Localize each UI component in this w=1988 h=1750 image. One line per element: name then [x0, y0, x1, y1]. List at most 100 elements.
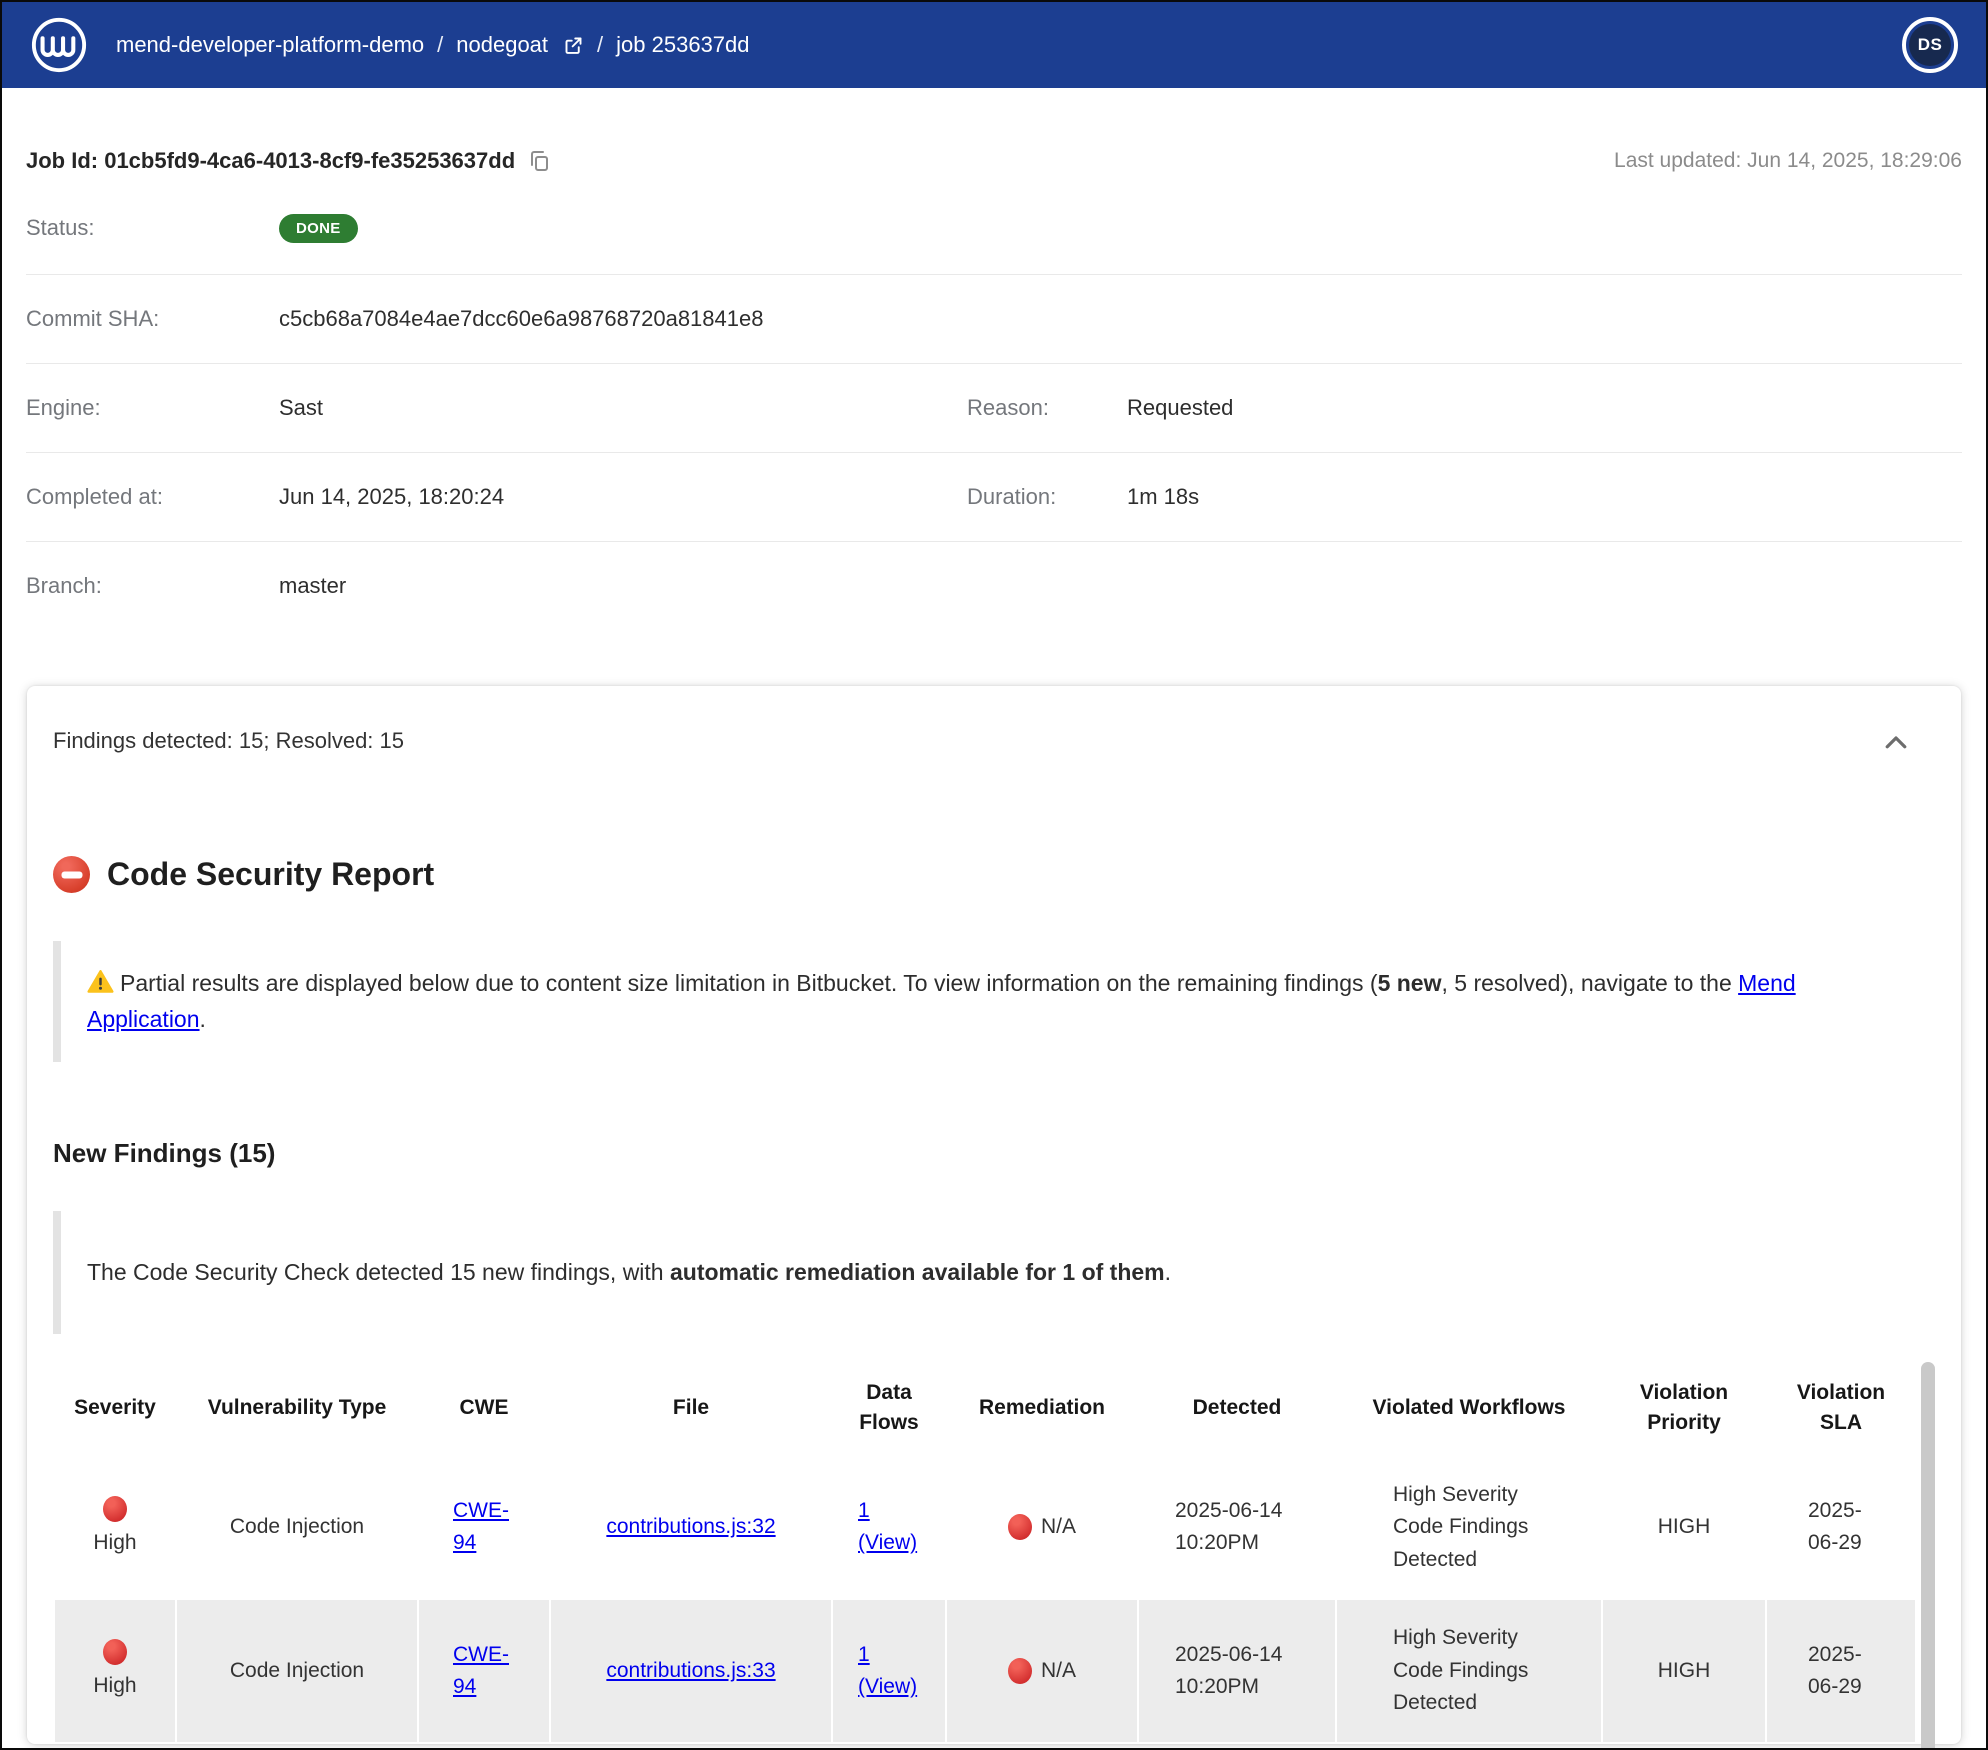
mend-logo-icon[interactable]: [30, 16, 88, 74]
violation-sla-cell: 2025-06-29: [1767, 1457, 1915, 1599]
remediation-status-icon: [1008, 1658, 1032, 1684]
last-updated: Last updated: Jun 14, 2025, 18:29:06: [1614, 149, 1962, 173]
detected-cell: 2025-06-14 10:20PM: [1139, 1457, 1335, 1599]
external-link-icon[interactable]: [563, 35, 584, 56]
remediation-cell: N/A: [947, 1600, 1137, 1742]
commit-label: Commit SHA:: [26, 306, 279, 332]
warning-text-after: .: [200, 1006, 206, 1032]
reason-value: Requested: [1127, 395, 1962, 421]
partial-results-warning: Partial results are displayed below due …: [53, 941, 1935, 1062]
engine-value: Sast: [279, 395, 967, 421]
duration-value: 1m 18s: [1127, 484, 1962, 510]
findings-card: Findings detected: 15; Resolved: 15 Code…: [27, 686, 1961, 1744]
violation-priority-cell: HIGH: [1603, 1600, 1765, 1742]
status-row: Status: DONE: [26, 182, 1962, 274]
col-vulnerability-type: Vulnerability Type: [177, 1362, 417, 1455]
commit-row: Commit SHA: c5cb68a7084e4ae7dcc60e6a9876…: [26, 274, 1962, 363]
warning-text-before: Partial results are displayed below due …: [120, 970, 1378, 996]
vulnerability-type-cell: Code Injection: [177, 1600, 417, 1742]
table-scrollbar: [1921, 1362, 1935, 1750]
table-row: High Code Injection CWE-94 contributions…: [55, 1457, 1915, 1599]
cwe-cell: CWE-94: [419, 1457, 549, 1599]
data-flows-cell: 1 (View): [833, 1600, 945, 1742]
branch-label: Branch:: [26, 573, 279, 599]
data-flows-link[interactable]: 1 (View): [858, 1639, 920, 1704]
new-findings-heading: New Findings (15): [53, 1138, 1935, 1169]
remediation-status-icon: [1008, 1514, 1032, 1540]
violation-priority-cell: HIGH: [1603, 1457, 1765, 1599]
completed-duration-row: Completed at: Jun 14, 2025, 18:20:24 Dur…: [26, 452, 1962, 541]
col-violation-priority: Violation Priority: [1603, 1362, 1765, 1455]
warning-bold: 5 new: [1378, 970, 1442, 996]
findings-card-header: Findings detected: 15; Resolved: 15: [53, 728, 1935, 758]
cwe-cell: CWE-94: [419, 1600, 549, 1742]
severity-cell: High: [65, 1639, 165, 1703]
warning-icon: [87, 969, 114, 994]
table-scrollbar-thumb[interactable]: [1921, 1362, 1935, 1750]
detected-cell: 2025-06-14 10:20PM: [1139, 1600, 1335, 1742]
avatar[interactable]: DS: [1902, 17, 1958, 73]
findings-table: Severity Vulnerability Type CWE File Dat…: [53, 1360, 1917, 1744]
summary-text-after: .: [1165, 1259, 1171, 1285]
severity-label: High: [93, 1670, 136, 1703]
data-flows-link[interactable]: 1 (View): [858, 1495, 920, 1560]
findings-table-container: Severity Vulnerability Type CWE File Dat…: [53, 1360, 1935, 1744]
page: mend-developer-platform-demo / nodegoat …: [0, 0, 1988, 1750]
breadcrumb: mend-developer-platform-demo / nodegoat …: [116, 32, 750, 58]
job-details: Job Id: 01cb5fd9-4ca6-4013-8cf9-fe352536…: [2, 140, 1986, 630]
report-title: Code Security Report: [53, 856, 1935, 893]
col-violated-workflows: Violated Workflows: [1337, 1362, 1601, 1455]
table-row: High Code Injection CWE-94 contributions…: [55, 1600, 1915, 1742]
job-id-row: Job Id: 01cb5fd9-4ca6-4013-8cf9-fe352536…: [26, 140, 1962, 182]
status-label: Status:: [26, 215, 279, 241]
duration-label: Duration:: [967, 484, 1127, 510]
file-cell: contributions.js:33: [551, 1600, 831, 1742]
breadcrumb-job[interactable]: job 253637dd: [616, 32, 749, 58]
col-data-flows: Data Flows: [833, 1362, 945, 1455]
engine-label: Engine:: [26, 395, 279, 421]
copy-job-id-button[interactable]: [527, 148, 553, 174]
breadcrumb-separator: /: [437, 32, 443, 58]
findings-count-summary: The Code Security Check detected 15 new …: [53, 1211, 1935, 1334]
summary-text-before: The Code Security Check detected 15 new …: [87, 1259, 670, 1285]
high-severity-icon: [103, 1496, 127, 1522]
chevron-up-icon: [1881, 728, 1911, 758]
completed-label: Completed at:: [26, 484, 279, 510]
breadcrumb-repo-group[interactable]: mend-developer-platform-demo: [116, 32, 424, 58]
col-violation-sla: Violation SLA: [1767, 1362, 1915, 1455]
breadcrumb-separator: /: [597, 32, 603, 58]
collapse-button[interactable]: [1881, 728, 1911, 758]
file-link[interactable]: contributions.js:33: [606, 1655, 775, 1688]
cwe-link[interactable]: CWE-94: [453, 1495, 515, 1560]
col-cwe: CWE: [419, 1362, 549, 1455]
severity-label: High: [93, 1527, 136, 1560]
navbar: mend-developer-platform-demo / nodegoat …: [2, 2, 1986, 88]
violated-workflows-cell: High Severity Code Findings Detected: [1337, 1600, 1601, 1742]
breadcrumb-repo[interactable]: nodegoat: [456, 32, 548, 58]
avatar-initials: DS: [1909, 24, 1951, 66]
reason-label: Reason:: [967, 395, 1127, 421]
violated-workflows-cell: High Severity Code Findings Detected: [1337, 1457, 1601, 1599]
col-remediation: Remediation: [947, 1362, 1137, 1455]
col-file: File: [551, 1362, 831, 1455]
report-title-text: Code Security Report: [107, 856, 434, 893]
commit-value: c5cb68a7084e4ae7dcc60e6a98768720a81841e8: [279, 306, 1962, 332]
engine-reason-row: Engine: Sast Reason: Requested: [26, 363, 1962, 452]
file-cell: contributions.js:32: [551, 1457, 831, 1599]
table-header-row: Severity Vulnerability Type CWE File Dat…: [55, 1362, 1915, 1455]
file-link[interactable]: contributions.js:32: [606, 1511, 775, 1544]
completed-value: Jun 14, 2025, 18:20:24: [279, 484, 967, 510]
col-severity: Severity: [55, 1362, 175, 1455]
findings-summary: Findings detected: 15; Resolved: 15: [53, 728, 404, 754]
data-flows-cell: 1 (View): [833, 1457, 945, 1599]
status-badge: DONE: [279, 214, 358, 243]
cwe-link[interactable]: CWE-94: [453, 1639, 515, 1704]
warning-text-mid: , 5 resolved), navigate to the: [1442, 970, 1739, 996]
summary-bold: automatic remediation available for 1 of…: [670, 1259, 1165, 1285]
branch-row: Branch: master: [26, 541, 1962, 630]
job-id-text: Job Id: 01cb5fd9-4ca6-4013-8cf9-fe352536…: [26, 148, 515, 174]
vulnerability-type-cell: Code Injection: [177, 1457, 417, 1599]
col-detected: Detected: [1139, 1362, 1335, 1455]
remediation-cell: N/A: [947, 1457, 1137, 1599]
severity-cell: High: [65, 1496, 165, 1560]
